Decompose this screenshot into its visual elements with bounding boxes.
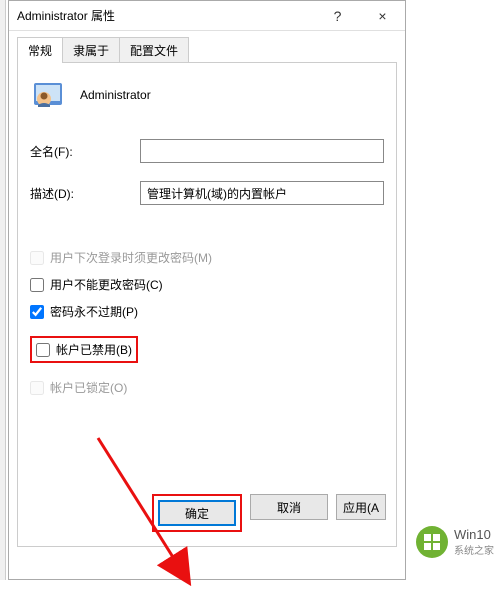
checkbox-must-change-label: 用户下次登录时须更改密码(M) <box>50 249 212 266</box>
checkbox-disabled-label: 帐户已禁用(B) <box>56 341 132 358</box>
close-button[interactable]: × <box>360 1 405 30</box>
apply-button[interactable]: 应用(A <box>336 494 386 520</box>
tab-strip: 常规 隶属于 配置文件 <box>17 37 405 63</box>
checkbox-never-expires-label: 密码永不过期(P) <box>50 303 138 320</box>
background-sliver <box>0 0 6 580</box>
watermark-subtitle: 系统之家 <box>454 542 494 557</box>
checkbox-cannot-change-password[interactable]: 用户不能更改密码(C) <box>30 276 384 293</box>
watermark: Win10 系统之家 <box>410 522 500 562</box>
tab-profile[interactable]: 配置文件 <box>119 37 189 63</box>
tab-panel-general: Administrator 全名(F): 描述(D): 用户下次登录时须更改密码… <box>17 62 397 547</box>
watermark-logo-icon <box>416 526 448 558</box>
titlebar: Administrator 属性 ? × <box>9 1 405 31</box>
checkbox-locked-input <box>30 381 44 395</box>
ok-button-highlight: 确定 <box>152 494 242 532</box>
ok-button[interactable]: 确定 <box>158 500 236 526</box>
titlebar-buttons: ? × <box>315 1 405 30</box>
watermark-text: Win10 系统之家 <box>454 527 494 558</box>
description-label: 描述(D): <box>30 185 140 202</box>
description-row: 描述(D): <box>30 181 384 205</box>
description-input[interactable] <box>140 181 384 205</box>
checkbox-must-change-input <box>30 251 44 265</box>
dialog-buttons: 确定 取消 应用(A <box>152 494 386 532</box>
tab-member-of[interactable]: 隶属于 <box>62 37 120 63</box>
fullname-label: 全名(F): <box>30 143 140 160</box>
watermark-title: Win10 <box>454 527 494 543</box>
user-header: Administrator <box>30 77 384 113</box>
checkbox-account-locked: 帐户已锁定(O) <box>30 379 384 396</box>
window-title: Administrator 属性 <box>17 7 315 24</box>
checkbox-disabled-input[interactable] <box>36 343 50 357</box>
properties-dialog: Administrator 属性 ? × 常规 隶属于 配置文件 Adminis… <box>8 0 406 580</box>
checkbox-cannot-change-input[interactable] <box>30 278 44 292</box>
checkbox-never-expires-input[interactable] <box>30 305 44 319</box>
user-account-icon <box>30 77 66 113</box>
cancel-button[interactable]: 取消 <box>250 494 328 520</box>
fullname-input[interactable] <box>140 139 384 163</box>
tab-general[interactable]: 常规 <box>17 37 63 63</box>
checkbox-locked-label: 帐户已锁定(O) <box>50 379 127 396</box>
user-name-label: Administrator <box>80 88 151 102</box>
help-button[interactable]: ? <box>315 1 360 30</box>
checkbox-account-disabled[interactable]: 帐户已禁用(B) <box>36 341 132 358</box>
fullname-row: 全名(F): <box>30 139 384 163</box>
checkbox-must-change-password: 用户下次登录时须更改密码(M) <box>30 249 384 266</box>
account-disabled-highlight: 帐户已禁用(B) <box>30 336 138 363</box>
checkbox-password-never-expires[interactable]: 密码永不过期(P) <box>30 303 384 320</box>
checkbox-cannot-change-label: 用户不能更改密码(C) <box>50 276 163 293</box>
